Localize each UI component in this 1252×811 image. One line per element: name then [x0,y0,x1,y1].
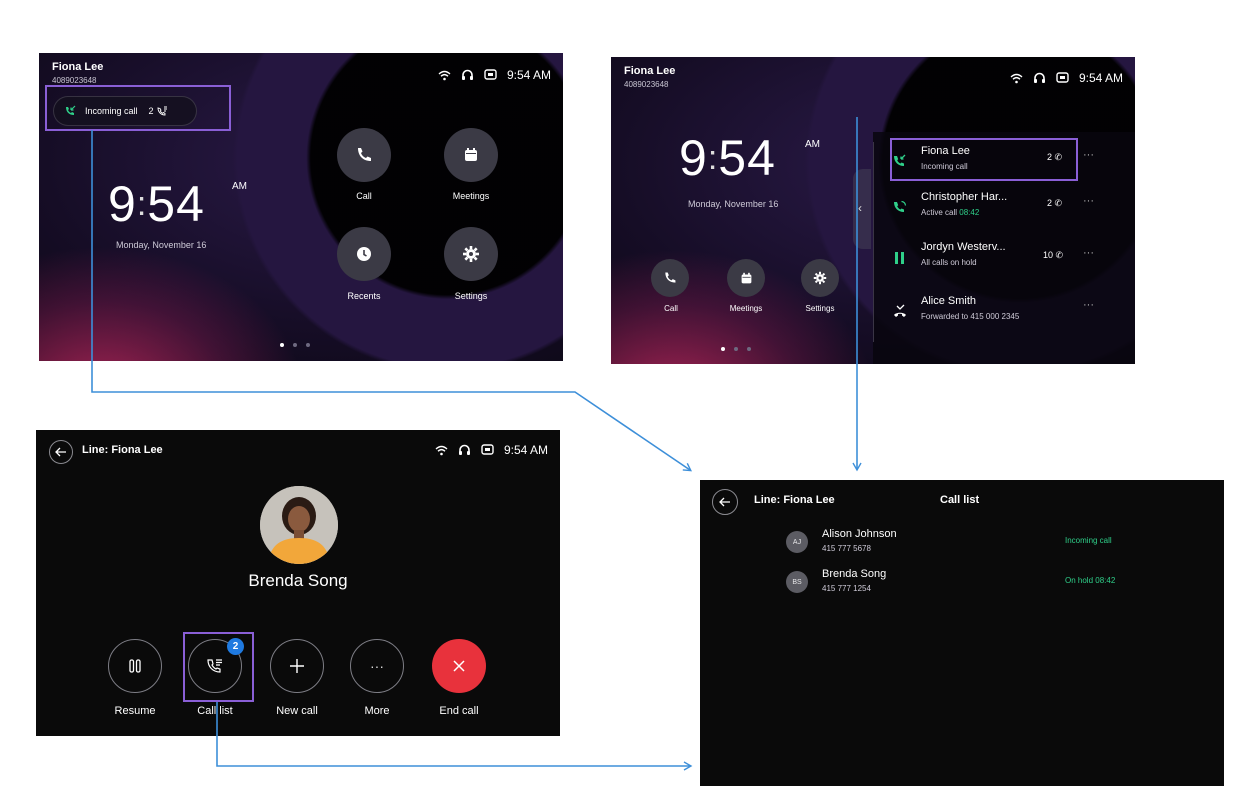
flow-connectors [91,117,862,771]
flow-arrow [91,130,692,472]
flow-arrow [216,702,693,771]
